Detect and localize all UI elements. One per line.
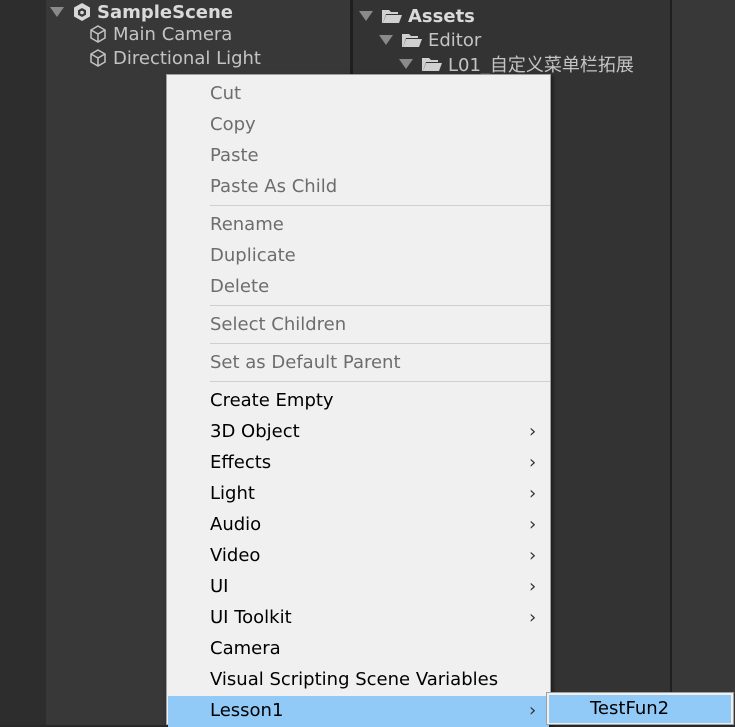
expand-triangle-icon[interactable]	[379, 35, 393, 45]
menu-item-label: 3D Object	[210, 421, 300, 442]
menu-item-label: Lesson1	[210, 700, 284, 721]
menu-item-label: Video	[210, 545, 261, 566]
menu-item-paste-as-child[interactable]: Paste As Child	[167, 172, 550, 203]
menu-separator	[210, 343, 550, 344]
menu-item-label: Camera	[210, 638, 281, 659]
gameobject-cube-icon	[88, 24, 108, 44]
menu-item-3d-object[interactable]: 3D Object ›	[167, 417, 550, 448]
menu-item-label: Delete	[210, 276, 270, 297]
menu-item-label: Set as Default Parent	[210, 352, 401, 373]
menu-item-label: Duplicate	[210, 245, 296, 266]
chevron-right-icon: ›	[529, 514, 537, 535]
folder-assets[interactable]: Assets	[359, 4, 475, 28]
menu-item-visual-scripting-scene-variables[interactable]: Visual Scripting Scene Variables	[167, 665, 550, 696]
menu-item-label: Light	[210, 483, 255, 504]
folder-label: Assets	[408, 5, 475, 27]
hierarchy-item-main-camera[interactable]: Main Camera	[88, 22, 232, 46]
lesson1-submenu: TestFun2	[546, 692, 734, 725]
chevron-right-icon: ›	[529, 452, 537, 473]
submenu-item-testfun2[interactable]: TestFun2	[549, 695, 731, 723]
folder-open-icon	[421, 55, 443, 73]
folder-editor[interactable]: Editor	[379, 28, 481, 52]
menu-item-paste[interactable]: Paste	[167, 141, 550, 172]
inspector-panel	[672, 0, 735, 725]
chevron-right-icon: ›	[529, 545, 537, 566]
scene-name: SampleScene	[97, 1, 233, 23]
submenu-item-label: TestFun2	[590, 698, 670, 719]
chevron-right-icon: ›	[529, 700, 537, 721]
left-strip	[0, 0, 46, 725]
hierarchy-item-label: Main Camera	[113, 23, 233, 45]
menu-item-ui[interactable]: UI ›	[167, 572, 550, 603]
menu-item-delete[interactable]: Delete	[167, 272, 550, 303]
menu-item-label: Copy	[210, 114, 256, 135]
menu-item-video[interactable]: Video ›	[167, 541, 550, 572]
menu-separator	[210, 205, 550, 206]
menu-item-camera[interactable]: Camera	[167, 634, 550, 665]
menu-item-lesson1[interactable]: Lesson1 ›	[168, 696, 549, 727]
menu-item-label: Rename	[210, 214, 284, 235]
menu-item-light[interactable]: Light ›	[167, 479, 550, 510]
menu-item-label: Paste As Child	[210, 176, 338, 197]
unity-scene-icon	[72, 2, 92, 22]
menu-item-audio[interactable]: Audio ›	[167, 510, 550, 541]
menu-item-effects[interactable]: Effects ›	[167, 448, 550, 479]
menu-separator	[210, 381, 550, 382]
hierarchy-item-label: Directional Light	[113, 47, 261, 69]
menu-item-label: Paste	[210, 145, 259, 166]
menu-item-cut[interactable]: Cut	[167, 79, 550, 110]
folder-label: Editor	[428, 29, 482, 51]
menu-item-label: Select Children	[210, 314, 347, 335]
folder-open-icon	[401, 31, 423, 49]
chevron-right-icon: ›	[529, 421, 537, 442]
menu-item-copy[interactable]: Copy	[167, 110, 550, 141]
menu-item-select-children[interactable]: Select Children	[167, 310, 550, 341]
menu-item-label: UI Toolkit	[210, 607, 292, 628]
menu-item-label: Audio	[210, 514, 262, 535]
menu-item-label: Create Empty	[210, 390, 334, 411]
menu-item-label: UI	[210, 576, 229, 597]
hierarchy-item-directional-light[interactable]: Directional Light	[88, 46, 261, 70]
expand-triangle-icon[interactable]	[359, 11, 373, 21]
context-menu: Cut Copy Paste Paste As Child Rename Dup…	[166, 74, 551, 727]
expand-triangle-icon[interactable]	[50, 7, 64, 17]
menu-item-label: Visual Scripting Scene Variables	[210, 669, 499, 690]
chevron-right-icon: ›	[529, 483, 537, 504]
menu-item-rename[interactable]: Rename	[167, 210, 550, 241]
folder-open-icon	[381, 7, 403, 25]
expand-triangle-icon[interactable]	[399, 59, 413, 69]
menu-item-label: Cut	[210, 83, 242, 104]
menu-item-duplicate[interactable]: Duplicate	[167, 241, 550, 272]
gameobject-cube-icon	[88, 48, 108, 68]
menu-item-set-default-parent[interactable]: Set as Default Parent	[167, 348, 550, 379]
chevron-right-icon: ›	[529, 607, 537, 628]
menu-item-ui-toolkit[interactable]: UI Toolkit ›	[167, 603, 550, 634]
chevron-right-icon: ›	[529, 576, 537, 597]
menu-item-label: Effects	[210, 452, 272, 473]
folder-l01[interactable]: L01_自定义菜单栏拓展	[399, 52, 634, 76]
scene-row[interactable]: SampleScene	[50, 0, 233, 24]
menu-item-create-empty[interactable]: Create Empty	[167, 386, 550, 417]
menu-separator	[210, 305, 550, 306]
